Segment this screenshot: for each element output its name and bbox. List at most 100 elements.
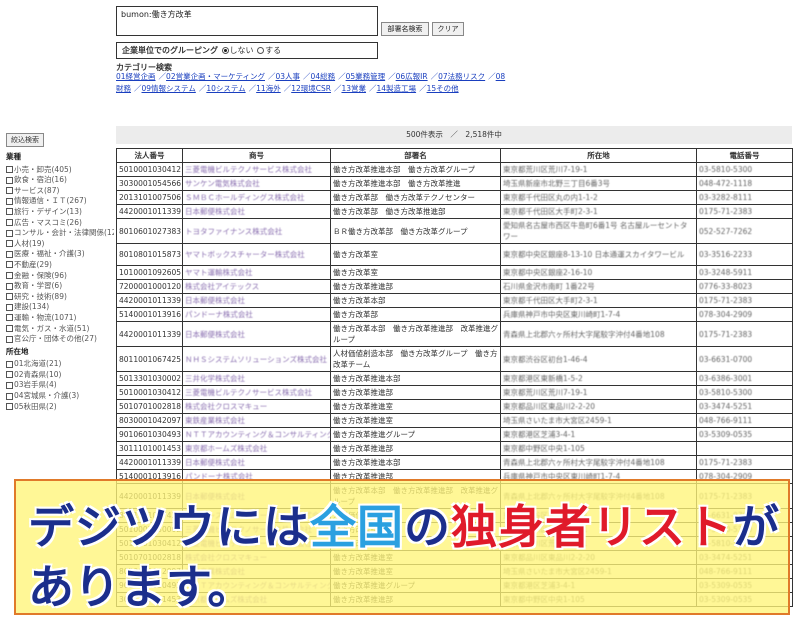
- category-link[interactable]: 13営業: [341, 84, 366, 93]
- checkbox[interactable]: [6, 360, 13, 368]
- checkbox[interactable]: [6, 250, 13, 258]
- column-header[interactable]: 法人番号: [116, 148, 183, 163]
- banner-subline: あります。: [28, 560, 254, 614]
- table-row[interactable]: 5010701002818株式会社クロスマキュー働き方改革推進室東京都品川区東品…: [116, 399, 793, 414]
- grouping-off-radio[interactable]: [221, 47, 229, 54]
- checkbox[interactable]: [6, 293, 13, 301]
- filter-item[interactable]: 05秋田県(2): [6, 402, 114, 413]
- filter-item[interactable]: 03岩手県(4): [6, 380, 114, 391]
- grouping-on-label: する: [265, 46, 282, 55]
- filter-item[interactable]: 04宮城県・介護(3): [6, 391, 114, 402]
- column-header[interactable]: 商号: [182, 148, 331, 163]
- filter-item-label: 01北海道(21): [14, 359, 62, 369]
- checkbox[interactable]: [6, 261, 13, 269]
- filter-item[interactable]: 01北海道(21): [6, 359, 114, 370]
- category-link[interactable]: 03人事: [276, 72, 301, 81]
- table-row[interactable]: 4420001011339日本郵便株式会社働き方改革本部 働き方改革推進部 改革…: [116, 321, 793, 347]
- filter-item[interactable]: 飲食・宿泊(16): [6, 175, 114, 186]
- table-cell: 東京都ホームズ株式会社: [182, 441, 331, 456]
- filter-item[interactable]: 電気・ガス・水道(51): [6, 324, 114, 335]
- category-link[interactable]: 15その他: [427, 84, 459, 93]
- checkbox[interactable]: [6, 219, 13, 227]
- category-link[interactable]: 11海外: [256, 84, 281, 93]
- filter-item[interactable]: 人材(19): [6, 239, 114, 250]
- table-row[interactable]: 9010601030493ＮＴＴアカウンティング＆コンサルティング株式会社働き方…: [116, 427, 793, 442]
- checkbox[interactable]: [6, 282, 13, 290]
- category-link[interactable]: 09情報システム: [142, 84, 196, 93]
- table-cell: 埼玉県さいたま市大宮区2459-1: [500, 413, 697, 428]
- category-link[interactable]: 04総務: [311, 72, 336, 81]
- table-row[interactable]: 5010001030412 三菱電機ビルテクノサービス株式会社 働き方改革推進本部 …: [116, 162, 793, 177]
- filter-item[interactable]: 広告・マスコミ(26): [6, 218, 114, 229]
- checkbox[interactable]: [6, 325, 13, 332]
- checkbox[interactable]: [6, 208, 13, 216]
- checkbox[interactable]: [6, 381, 13, 389]
- filter-item[interactable]: 02青森県(10): [6, 370, 114, 381]
- table-row[interactable]: 8010601027383 トヨタファイナンス株式会社 ＢＲ働き方改革部 働き方改革…: [116, 218, 793, 244]
- checkbox[interactable]: [6, 229, 13, 237]
- column-header[interactable]: 電話番号: [696, 148, 793, 163]
- table-row[interactable]: 8011001067425ＮＨＳシステムソリューションズ株式会社人材価値創造本部…: [116, 346, 793, 372]
- department-search-button[interactable]: 部署名検索: [381, 22, 429, 36]
- table-row[interactable]: 8030001042097東鉄産業株式会社働き方改革推進室埼玉県さいたま市大宮区…: [116, 413, 793, 428]
- category-link[interactable]: 02営業企画・マーケティング: [166, 72, 265, 81]
- filter-item[interactable]: コンサル・会計・法律関係(12): [6, 228, 114, 239]
- checkbox[interactable]: [6, 335, 13, 343]
- table-cell: 0175-71-2383: [696, 321, 793, 347]
- filter-item[interactable]: 不動産(29): [6, 260, 114, 271]
- column-header[interactable]: 部署名: [330, 148, 501, 163]
- table-row[interactable]: 4420001011339 日本郵便株式会社 働き方改革本部 東京都千代田区大手町2-…: [116, 293, 793, 308]
- table-row[interactable]: 4420001011339 日本郵便株式会社 働き方改革部 働き方改革推進部 東京都千…: [116, 204, 793, 219]
- table-row[interactable]: 1010001092605 ヤマト運輸株式会社 働き方改革室 東京都中央区銀座2-16…: [116, 265, 793, 280]
- search-input[interactable]: bumon:働き方改革: [116, 6, 378, 36]
- clear-button[interactable]: クリア: [432, 22, 464, 36]
- filter-item-label: 02青森県(10): [14, 369, 62, 379]
- narrow-search-button[interactable]: 絞込検索: [6, 133, 44, 147]
- table-row[interactable]: 5140001013916 パンドーナ株式会社 働き方改革部 兵庫県神戸市中央区東川崎…: [116, 307, 793, 322]
- checkbox[interactable]: [6, 371, 13, 379]
- table-cell: 048-766-9111: [696, 413, 793, 428]
- category-link[interactable]: 01経営企画: [116, 72, 156, 81]
- filter-item[interactable]: 運輸・物流(1071): [6, 313, 114, 324]
- category-link[interactable]: 05業務管理: [346, 72, 386, 81]
- table-cell: 東京都千代田区丸の内1-1-2: [500, 190, 697, 205]
- table-cell: 三菱電機ビルテクノサービス株式会社: [182, 385, 331, 400]
- checkbox[interactable]: [6, 403, 13, 411]
- checkbox[interactable]: [6, 314, 13, 322]
- filter-item[interactable]: サービス(87): [6, 186, 114, 197]
- category-link[interactable]: 14製造工場: [377, 84, 417, 93]
- filter-item[interactable]: 建設(134): [6, 302, 114, 313]
- checkbox[interactable]: [6, 240, 13, 248]
- table-row[interactable]: 3011101001453東京都ホームズ株式会社働き方改革推進部東京都中野区中央…: [116, 441, 793, 456]
- checkbox[interactable]: [6, 166, 13, 174]
- filter-item[interactable]: 研究・技術(89): [6, 292, 114, 303]
- filter-item[interactable]: 情報通信・ＩＴ(267): [6, 196, 114, 207]
- table-row[interactable]: 8010801015873 ヤマトボックスチャーター株式会社 働き方改革室 東京都中央…: [116, 243, 793, 266]
- column-header[interactable]: 所在地: [500, 148, 697, 163]
- table-row[interactable]: 5013301030002 三井化学株式会社 働き方改革推進本部 東京都港区東新橋1-…: [116, 371, 793, 386]
- filter-item[interactable]: 小売・卸売(405): [6, 165, 114, 176]
- table-row[interactable]: 3030001054566 サンケン電気株式会社 働き方改革推進本部 働き方改革推進…: [116, 176, 793, 191]
- filter-item-label: 研究・技術(89): [14, 291, 67, 301]
- checkbox[interactable]: [6, 176, 13, 184]
- category-link[interactable]: 07法務リスク: [438, 72, 485, 81]
- checkbox[interactable]: [6, 187, 13, 195]
- checkbox[interactable]: [6, 392, 13, 400]
- filter-item[interactable]: 官公庁・団体その他(27): [6, 334, 114, 345]
- category-link[interactable]: 06広報IR: [396, 72, 428, 81]
- table-row[interactable]: 7200001000120 株式会社アイテックス 働き方改革推進部 石川県金沢市南町 …: [116, 279, 793, 294]
- filter-item[interactable]: 医療・福祉・介護(3): [6, 249, 114, 260]
- filter-item[interactable]: 金融・保険(96): [6, 271, 114, 282]
- table-row[interactable]: 4420001011339 日本郵便株式会社 働き方改革推進本部 青森県上北郡六ヶ所村…: [116, 455, 793, 470]
- table-row[interactable]: 5010001030412三菱電機ビルテクノサービス株式会社働き方改革推進部東京…: [116, 385, 793, 400]
- filter-item[interactable]: 教育・学習(6): [6, 281, 114, 292]
- filter-item[interactable]: 旅行・デザイン(13): [6, 207, 114, 218]
- checkbox[interactable]: [6, 272, 13, 280]
- table-row[interactable]: 2013101007506 ＳＭＢＣホールディングス株式会社 働き方改革部 働き方改…: [116, 190, 793, 205]
- category-link[interactable]: 10システム: [206, 84, 245, 93]
- category-link[interactable]: 12環境CSR: [291, 84, 331, 93]
- table-cell: 青森県上北郡六ヶ所村大字尾駮字沖付4番地108: [500, 455, 697, 470]
- grouping-on-radio[interactable]: [257, 47, 265, 54]
- checkbox[interactable]: [6, 197, 13, 205]
- checkbox[interactable]: [6, 303, 13, 311]
